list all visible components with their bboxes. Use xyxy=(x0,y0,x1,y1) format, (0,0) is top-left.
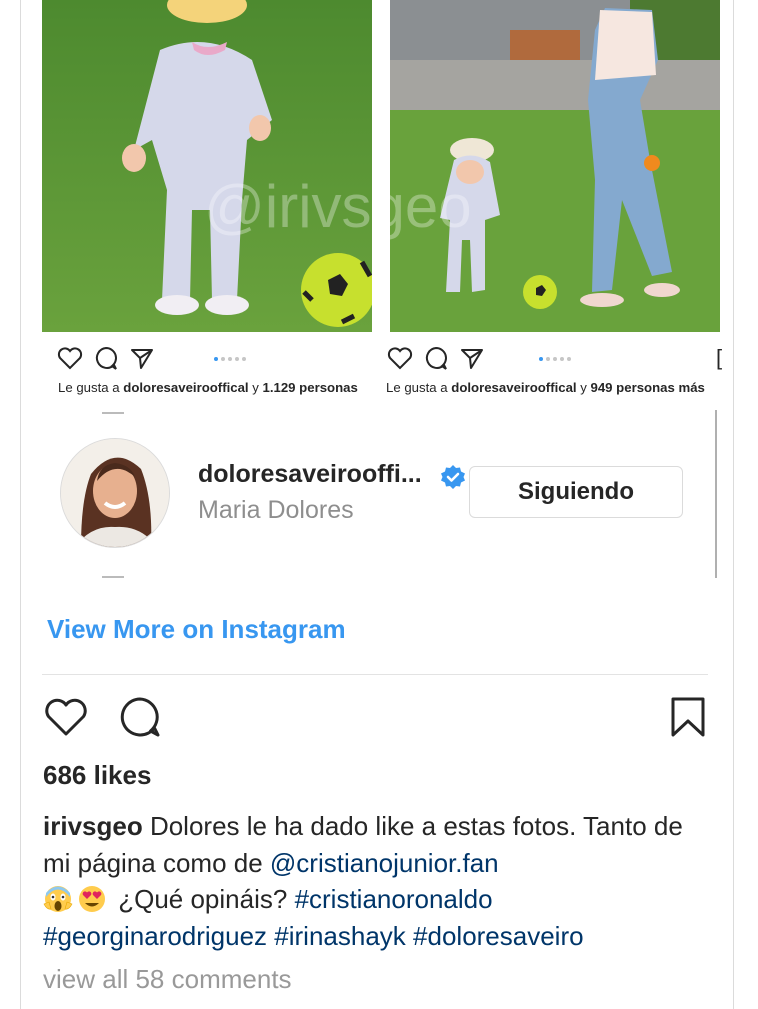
verified-badge-icon xyxy=(441,465,465,489)
collage-action-bar-right xyxy=(384,340,729,374)
divider-tick xyxy=(102,412,124,414)
view-more-on-instagram-link[interactable]: View More on Instagram xyxy=(47,614,346,645)
hashtag-link[interactable]: #cristianoronaldo xyxy=(295,884,493,914)
share-icon xyxy=(131,349,153,369)
comment-icon xyxy=(95,346,117,370)
likes-count[interactable]: 686 likes xyxy=(43,760,151,791)
heart-eyes-emoji-icon xyxy=(79,886,105,912)
collage-photo-right xyxy=(390,0,720,332)
view-all-comments-link[interactable]: view all 58 comments xyxy=(43,964,292,995)
heart-icon xyxy=(387,347,413,370)
comment-icon[interactable] xyxy=(116,694,164,740)
post-image[interactable]: @irivsgeo Le gusta a doloresaveirooffica… xyxy=(42,0,732,410)
scream-emoji-icon xyxy=(43,886,73,912)
avatar[interactable] xyxy=(60,438,170,548)
carousel-dots xyxy=(539,350,574,368)
suggested-profile-row: doloresaveirooffi... Maria Dolores Sigui… xyxy=(42,410,722,580)
mention-link[interactable]: @cristianojunior.fan xyxy=(270,848,499,878)
collage-action-bar-left xyxy=(54,340,374,374)
collage-likes-text-left: Le gusta a doloresaveirooffical y 1.129 … xyxy=(58,380,358,395)
caption-question: ¿Qué opináis? xyxy=(111,884,295,914)
like-heart-icon[interactable] xyxy=(42,694,90,740)
hashtag-link[interactable]: #georginarodriguez xyxy=(43,921,267,951)
bookmark-icon[interactable] xyxy=(664,694,712,740)
share-icon xyxy=(461,349,483,369)
heart-icon xyxy=(57,347,83,370)
profile-full-name: Maria Dolores xyxy=(198,496,354,524)
post-caption: irivsgeo Dolores le ha dado like a estas… xyxy=(43,808,703,954)
divider-tick xyxy=(102,576,124,578)
carousel-dots xyxy=(214,350,249,368)
collage-likes-text-right: Le gusta a doloresaveirooffical y 949 pe… xyxy=(386,380,705,395)
collage-photo-left xyxy=(42,0,372,332)
comment-icon xyxy=(425,346,447,370)
hashtag-link[interactable]: #doloresaveiro xyxy=(413,921,584,951)
hashtag-link[interactable]: #irinashayk xyxy=(274,921,406,951)
following-button[interactable]: Siguiendo xyxy=(469,466,683,518)
divider xyxy=(42,674,708,675)
profile-username[interactable]: doloresaveirooffi... xyxy=(198,460,422,489)
caption-author[interactable]: irivsgeo xyxy=(43,811,143,841)
bookmark-edge-icon: [ xyxy=(716,345,723,370)
scroll-divider xyxy=(715,410,717,578)
